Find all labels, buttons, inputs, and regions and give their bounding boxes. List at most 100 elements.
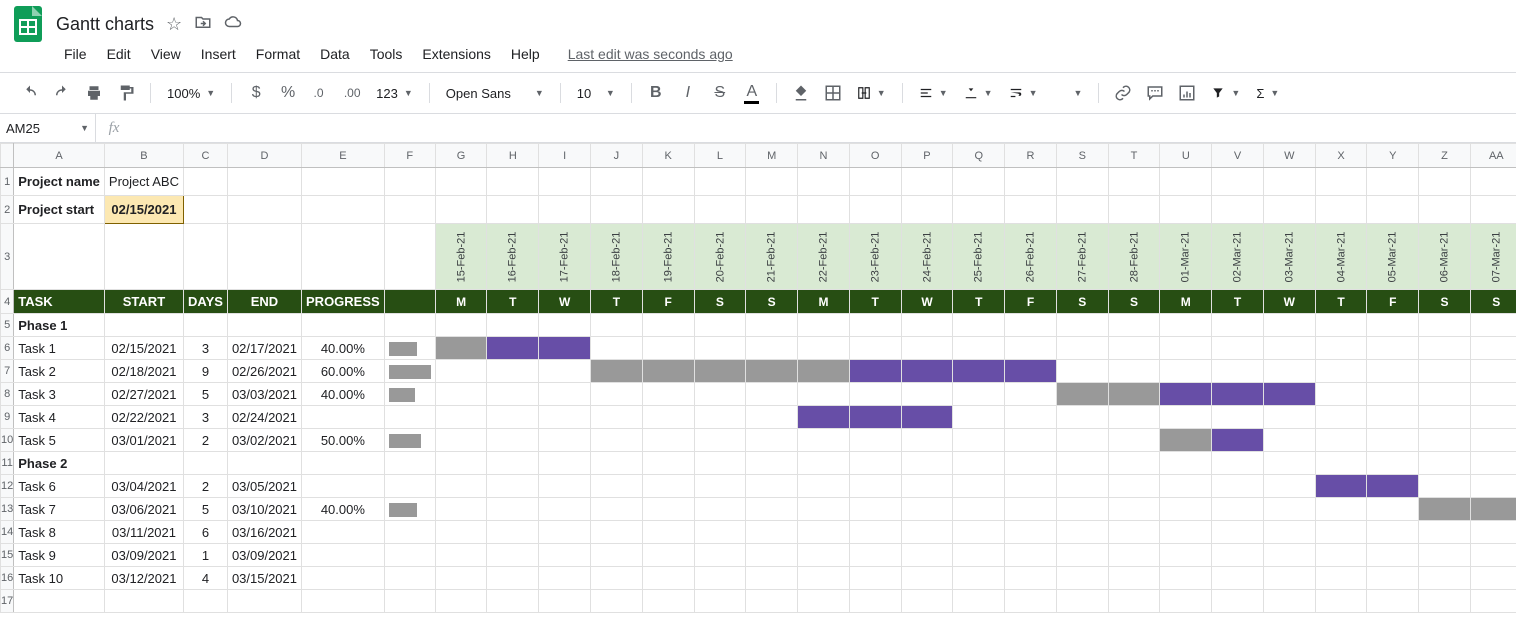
percent-button[interactable]: % bbox=[274, 79, 302, 107]
cell[interactable]: 02/26/2021 bbox=[227, 360, 301, 383]
cell[interactable] bbox=[1263, 567, 1315, 590]
cell[interactable] bbox=[384, 521, 435, 544]
cell[interactable] bbox=[1315, 544, 1367, 567]
name-box[interactable]: AM25 ▼ bbox=[0, 114, 96, 142]
cell[interactable] bbox=[1056, 521, 1108, 544]
cell[interactable]: Task 1 bbox=[14, 337, 105, 360]
cell[interactable] bbox=[1005, 521, 1057, 544]
cell[interactable] bbox=[539, 590, 591, 613]
cell[interactable] bbox=[184, 590, 228, 613]
cell[interactable] bbox=[1315, 429, 1367, 452]
cell[interactable] bbox=[487, 429, 539, 452]
cell[interactable] bbox=[1367, 590, 1419, 613]
cell[interactable] bbox=[487, 360, 539, 383]
dow-cell[interactable]: W bbox=[901, 290, 953, 314]
cell[interactable] bbox=[953, 452, 1005, 475]
cell[interactable] bbox=[746, 475, 798, 498]
cell[interactable] bbox=[1056, 498, 1108, 521]
cell[interactable]: Project ABC bbox=[104, 168, 183, 196]
cell[interactable] bbox=[953, 337, 1005, 360]
row-header[interactable]: 5 bbox=[1, 314, 14, 337]
cell[interactable] bbox=[227, 452, 301, 475]
halign-button[interactable]: ▼ bbox=[913, 80, 954, 106]
cell[interactable] bbox=[1005, 475, 1057, 498]
cell[interactable] bbox=[384, 314, 435, 337]
cell[interactable]: Task 5 bbox=[14, 429, 105, 452]
cell[interactable] bbox=[642, 196, 694, 224]
date-header-cell[interactable]: 02-Mar-21 bbox=[1212, 224, 1264, 290]
cell[interactable] bbox=[901, 168, 953, 196]
cell[interactable] bbox=[798, 429, 850, 452]
column-header[interactable]: C bbox=[184, 144, 228, 168]
italic-button[interactable]: I bbox=[674, 79, 702, 107]
cell[interactable] bbox=[487, 406, 539, 429]
cell[interactable]: 40.00% bbox=[302, 383, 385, 406]
decrease-decimal-button[interactable]: .0 bbox=[306, 79, 334, 107]
cell[interactable] bbox=[642, 360, 694, 383]
column-header[interactable]: H bbox=[487, 144, 539, 168]
date-header-cell[interactable]: 04-Mar-21 bbox=[1315, 224, 1367, 290]
row-header[interactable]: 2 bbox=[1, 196, 14, 224]
cell[interactable] bbox=[184, 224, 228, 290]
menu-help[interactable]: Help bbox=[503, 42, 548, 66]
cell[interactable] bbox=[435, 337, 487, 360]
cell[interactable] bbox=[1160, 590, 1212, 613]
cell[interactable] bbox=[1315, 498, 1367, 521]
cell[interactable] bbox=[591, 544, 643, 567]
cell[interactable] bbox=[642, 521, 694, 544]
cell[interactable]: 40.00% bbox=[302, 498, 385, 521]
cell[interactable] bbox=[798, 360, 850, 383]
dow-cell[interactable]: F bbox=[642, 290, 694, 314]
cell[interactable] bbox=[1263, 360, 1315, 383]
cell[interactable] bbox=[1108, 544, 1160, 567]
cell[interactable] bbox=[642, 567, 694, 590]
cell[interactable] bbox=[1419, 360, 1471, 383]
cell[interactable] bbox=[1005, 314, 1057, 337]
cell[interactable] bbox=[642, 337, 694, 360]
cell[interactable] bbox=[1315, 337, 1367, 360]
cell[interactable] bbox=[1108, 168, 1160, 196]
cell[interactable] bbox=[1263, 168, 1315, 196]
number-format-select[interactable]: 123▼ bbox=[370, 80, 419, 106]
cell[interactable] bbox=[1470, 452, 1516, 475]
cell[interactable]: 03/06/2021 bbox=[104, 498, 183, 521]
cell[interactable] bbox=[1212, 521, 1264, 544]
column-header[interactable]: I bbox=[539, 144, 591, 168]
date-header-cell[interactable]: 24-Feb-21 bbox=[901, 224, 953, 290]
cell[interactable]: Task 8 bbox=[14, 521, 105, 544]
cell[interactable] bbox=[487, 168, 539, 196]
cell[interactable] bbox=[642, 429, 694, 452]
cell[interactable] bbox=[104, 224, 183, 290]
cell[interactable] bbox=[487, 567, 539, 590]
redo-button[interactable] bbox=[48, 79, 76, 107]
cell[interactable] bbox=[953, 590, 1005, 613]
cell[interactable] bbox=[1056, 360, 1108, 383]
cell[interactable] bbox=[1160, 544, 1212, 567]
cell[interactable] bbox=[302, 224, 385, 290]
cell[interactable] bbox=[487, 314, 539, 337]
fontsize-select[interactable]: 10▼ bbox=[571, 80, 621, 106]
cell[interactable] bbox=[1315, 475, 1367, 498]
cell[interactable] bbox=[1315, 567, 1367, 590]
cell[interactable] bbox=[1470, 168, 1516, 196]
cell[interactable] bbox=[901, 521, 953, 544]
dow-cell[interactable]: T bbox=[953, 290, 1005, 314]
cell[interactable] bbox=[849, 196, 901, 224]
cell[interactable] bbox=[1056, 590, 1108, 613]
cell[interactable] bbox=[849, 452, 901, 475]
cell[interactable] bbox=[184, 168, 228, 196]
cell[interactable] bbox=[901, 452, 953, 475]
cell[interactable] bbox=[694, 360, 746, 383]
cell[interactable] bbox=[1212, 196, 1264, 224]
column-header[interactable]: Q bbox=[953, 144, 1005, 168]
cell[interactable] bbox=[539, 567, 591, 590]
cell[interactable]: 02/27/2021 bbox=[104, 383, 183, 406]
cell[interactable]: 03/10/2021 bbox=[227, 498, 301, 521]
cell[interactable] bbox=[1419, 590, 1471, 613]
cell[interactable] bbox=[487, 544, 539, 567]
column-header[interactable]: AA bbox=[1470, 144, 1516, 168]
cell[interactable]: 50.00% bbox=[302, 429, 385, 452]
column-header[interactable]: G bbox=[435, 144, 487, 168]
cell[interactable] bbox=[539, 168, 591, 196]
dow-cell[interactable]: S bbox=[1419, 290, 1471, 314]
